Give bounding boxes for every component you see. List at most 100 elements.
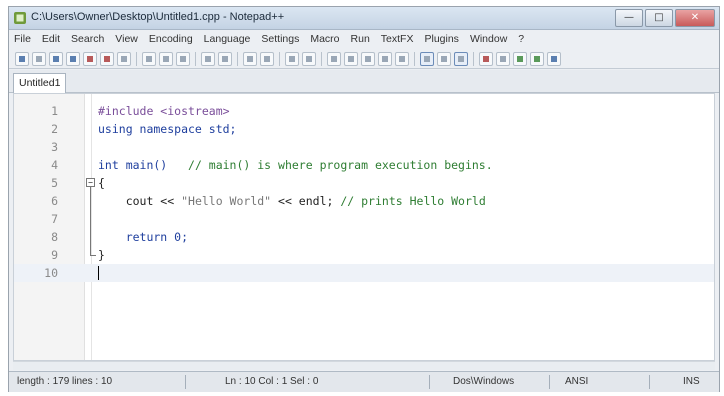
code-token: } — [98, 248, 105, 262]
code-text: int main() // main() is where program ex… — [98, 156, 493, 174]
record-macro-icon[interactable] — [479, 51, 493, 66]
save-all-icon[interactable] — [66, 51, 80, 66]
line-number: 7 — [51, 212, 58, 226]
code-line[interactable]: 5{ — [14, 174, 714, 192]
tab-untitled1[interactable]: Untitled1 — [13, 73, 67, 93]
window-controls: — □ ✕ — [615, 9, 715, 27]
code-token: // prints Hello World — [340, 194, 486, 208]
redo-icon[interactable] — [218, 51, 232, 66]
menu-window[interactable]: Window — [469, 33, 508, 45]
horizontal-scrollbar[interactable] — [13, 361, 715, 370]
sync-horizontal-icon[interactable] — [344, 51, 358, 66]
menu-bar: File Edit Search View Encoding Language … — [9, 30, 719, 48]
cut-icon[interactable] — [142, 51, 156, 66]
status-bar: length : 179 lines : 10 Ln : 10 Col : 1 … — [9, 371, 719, 392]
user-language-icon[interactable] — [420, 51, 434, 66]
close-button[interactable]: ✕ — [675, 9, 715, 27]
sync-vertical-icon[interactable] — [327, 51, 341, 66]
code-token: int main() — [98, 158, 168, 172]
code-line[interactable]: 8 return 0; — [14, 228, 714, 246]
code-token: cout << — [98, 194, 182, 208]
print-icon[interactable] — [117, 51, 131, 66]
save-macro-icon[interactable] — [547, 51, 561, 66]
function-list-icon[interactable] — [454, 51, 468, 66]
zoom-out-icon[interactable] — [302, 51, 316, 66]
menu-search[interactable]: Search — [70, 33, 105, 45]
fold-end-marker — [90, 255, 96, 256]
menu-plugins[interactable]: Plugins — [423, 33, 459, 45]
code-line[interactable]: 7 — [14, 210, 714, 228]
toolbar-separator — [237, 51, 238, 66]
code-line[interactable]: 10 — [14, 264, 714, 282]
play-macro-icon[interactable] — [513, 51, 527, 66]
status-divider — [649, 375, 650, 389]
menu-edit[interactable]: Edit — [41, 33, 61, 45]
code-token: return 0; — [98, 230, 189, 244]
toolbar-separator — [195, 51, 196, 66]
line-number: 8 — [51, 230, 58, 244]
menu-macro[interactable]: Macro — [309, 33, 340, 45]
code-line[interactable]: 9} — [14, 246, 714, 264]
menu-language[interactable]: Language — [203, 33, 252, 45]
minimize-button[interactable]: — — [615, 9, 643, 27]
code-token: using namespace std; — [98, 122, 237, 136]
run-macro-multiple-icon[interactable] — [530, 51, 544, 66]
status-position: Ln : 10 Col : 1 Sel : 0 — [225, 376, 319, 387]
new-file-icon[interactable] — [15, 51, 29, 66]
code-token: "Hello World" — [181, 194, 272, 208]
status-encoding: ANSI — [565, 376, 589, 387]
doc-map-icon[interactable] — [437, 51, 451, 66]
undo-icon[interactable] — [201, 51, 215, 66]
menu-run[interactable]: Run — [350, 33, 371, 45]
menu-help[interactable]: ? — [517, 33, 525, 45]
menu-encoding[interactable]: Encoding — [148, 33, 194, 45]
maximize-button[interactable]: □ — [645, 9, 673, 27]
code-line[interactable]: 3 — [14, 138, 714, 156]
menu-file[interactable]: File — [13, 33, 32, 45]
stop-macro-icon[interactable] — [496, 51, 510, 66]
save-icon[interactable] — [49, 51, 63, 66]
code-text: return 0; — [98, 228, 188, 246]
close-file-icon[interactable] — [83, 51, 97, 66]
code-editor[interactable]: 1 #include <iostream> 2 using namespace std… — [13, 93, 715, 361]
editor-window: C:\Users\Owner\Desktop\Untitled1.cpp - N… — [8, 6, 720, 392]
title-bar[interactable]: C:\Users\Owner\Desktop\Untitled1.cpp - N… — [9, 7, 719, 30]
zoom-in-icon[interactable] — [285, 51, 299, 66]
code-line[interactable]: 4 int main() // main() is where program e… — [14, 156, 714, 174]
menu-settings[interactable]: Settings — [260, 33, 300, 45]
find-icon[interactable] — [243, 51, 257, 66]
code-line[interactable]: 6 cout << "Hello World" << endl; // prin… — [14, 192, 714, 210]
code-text: #include <iostream> — [98, 102, 230, 120]
indent-guide-icon[interactable] — [395, 51, 409, 66]
code-line[interactable]: 2 using namespace std; — [14, 120, 714, 138]
menu-textfx[interactable]: TextFX — [380, 33, 415, 45]
paste-icon[interactable] — [176, 51, 190, 66]
toolbar — [9, 49, 719, 69]
toolbar-separator — [136, 51, 137, 66]
toolbar-separator — [473, 51, 474, 66]
fold-toggle-icon[interactable]: − — [86, 178, 95, 187]
status-divider — [185, 375, 186, 389]
toolbar-separator — [279, 51, 280, 66]
line-number: 1 — [51, 104, 58, 118]
show-all-chars-icon[interactable] — [378, 51, 392, 66]
code-line[interactable]: 1 #include <iostream> — [14, 102, 714, 120]
code-token: { — [98, 176, 105, 190]
toolbar-separator — [414, 51, 415, 66]
menu-view[interactable]: View — [114, 33, 139, 45]
code-token: #include <iostream> — [98, 104, 230, 118]
code-text: } — [98, 246, 105, 264]
word-wrap-icon[interactable] — [361, 51, 375, 66]
status-divider — [549, 375, 550, 389]
line-number: 5 — [51, 176, 58, 190]
status-length: length : 179 lines : 10 — [17, 376, 113, 387]
code-token: << endl; — [271, 194, 341, 208]
open-file-icon[interactable] — [32, 51, 46, 66]
replace-icon[interactable] — [260, 51, 274, 66]
close-all-icon[interactable] — [100, 51, 114, 66]
code-text: using namespace std; — [98, 120, 236, 138]
line-number: 9 — [51, 248, 58, 262]
code-text: cout << "Hello World" << endl; // prints… — [98, 192, 486, 210]
copy-icon[interactable] — [159, 51, 173, 66]
line-number: 10 — [44, 266, 58, 280]
